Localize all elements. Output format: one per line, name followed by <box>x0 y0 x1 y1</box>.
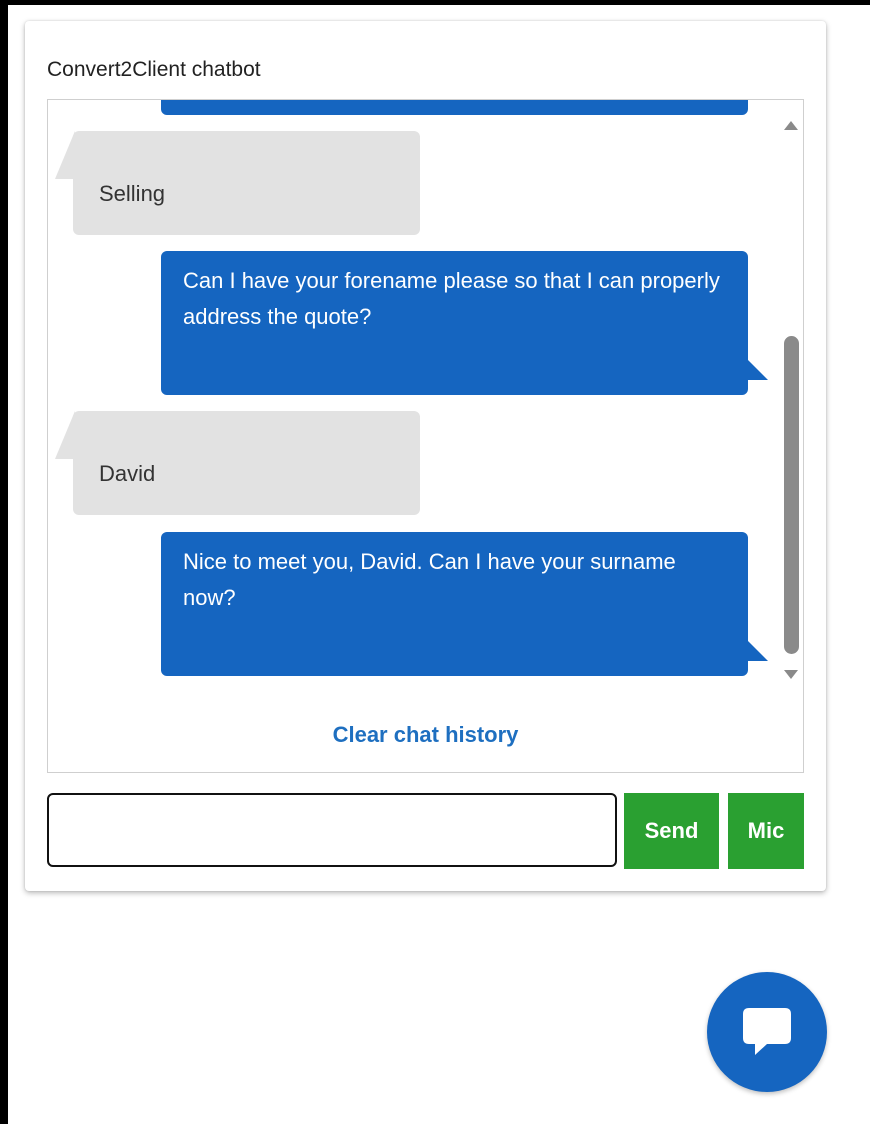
bot-message: Nice to meet you, David. Can I have your… <box>161 532 768 676</box>
scroll-up-arrow-icon[interactable] <box>784 121 798 130</box>
widget-title: Convert2Client chatbot <box>47 58 261 81</box>
scroll-down-arrow-icon[interactable] <box>784 670 798 679</box>
bot-message-partial <box>161 100 748 115</box>
chat-scrollbar[interactable] <box>780 100 802 690</box>
clear-chat-history-link[interactable]: Clear chat history <box>48 722 803 748</box>
user-message: David <box>55 411 420 515</box>
scrollbar-thumb[interactable] <box>784 336 799 654</box>
chat-bubble-icon <box>743 1008 791 1055</box>
chat-messages-area: Selling Can I have your forename please … <box>47 99 804 773</box>
send-button[interactable]: Send <box>624 793 719 869</box>
bot-message: Can I have your forename please so that … <box>161 251 768 395</box>
chat-launcher-button[interactable] <box>707 972 827 1092</box>
mic-button[interactable]: Mic <box>728 793 804 869</box>
user-message: Selling <box>55 131 420 235</box>
message-input[interactable] <box>47 793 617 867</box>
chatbot-widget: Convert2Client chatbot Selling Can I hav… <box>25 21 826 891</box>
window-frame-left <box>0 0 8 1124</box>
window-frame-top <box>0 0 870 5</box>
